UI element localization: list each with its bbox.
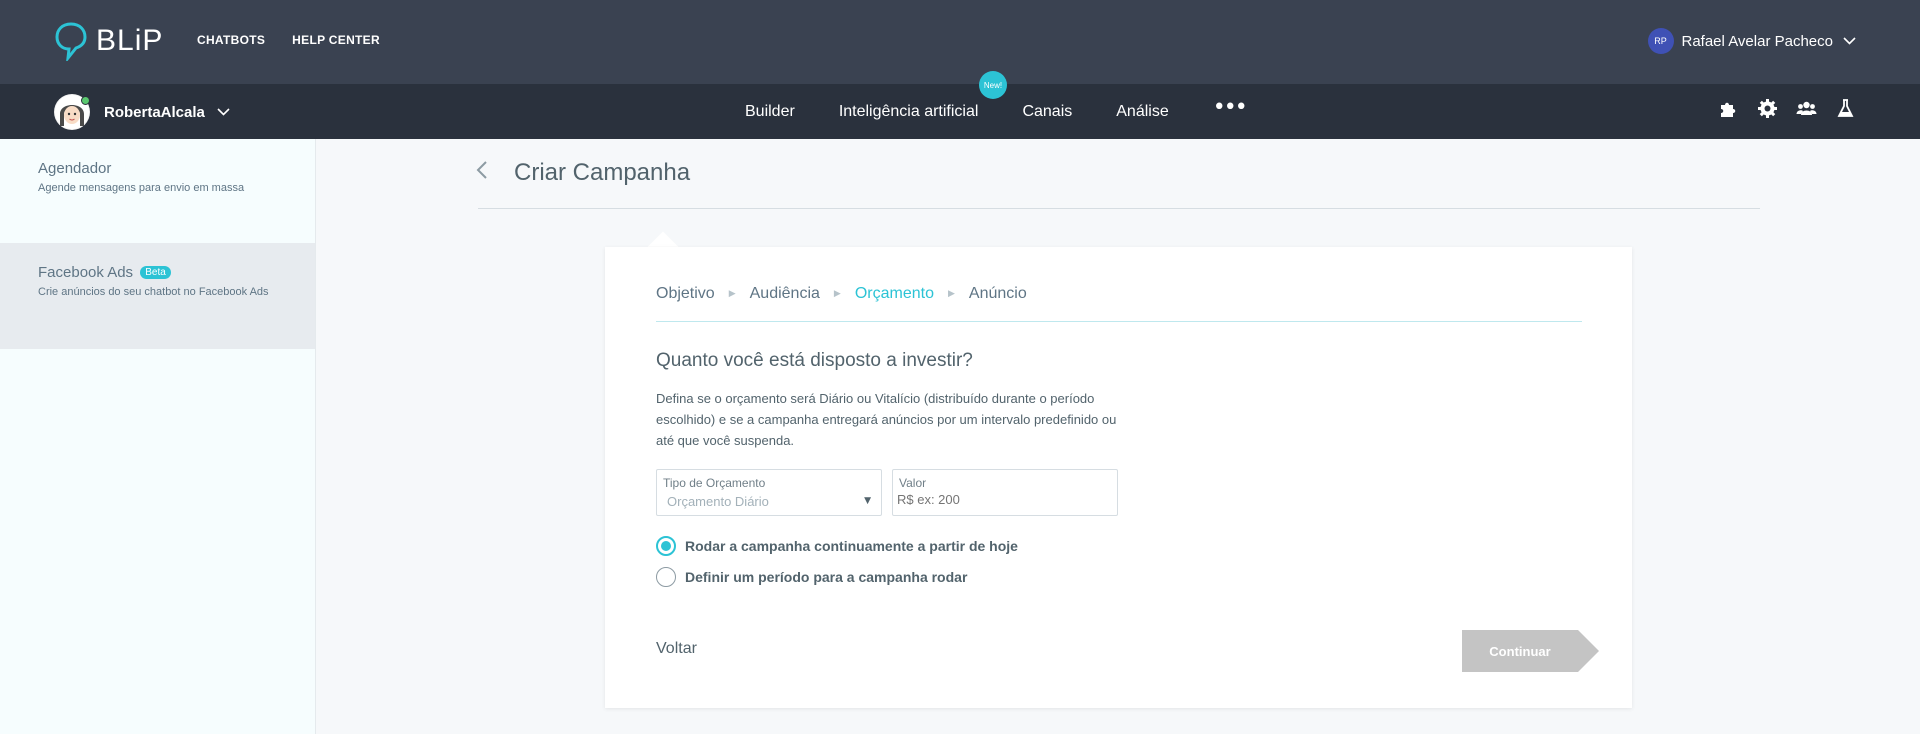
radio-button[interactable] bbox=[656, 567, 676, 587]
sidebar-item-title: Facebook Ads Beta bbox=[38, 264, 277, 281]
step-audiencia[interactable]: Audiência bbox=[750, 285, 820, 303]
bot-bar: RobertaAlcala Builder Inteligência artif… bbox=[0, 71, 1920, 139]
step-separator-icon: ▶ bbox=[728, 289, 736, 299]
chevron-down-icon bbox=[1843, 37, 1856, 45]
nav-analise[interactable]: Análise bbox=[1116, 103, 1168, 121]
sidebar-item-description: Crie anúncios do seu chatbot no Facebook… bbox=[38, 286, 269, 298]
back-button[interactable]: Voltar bbox=[656, 640, 697, 658]
tool-icons bbox=[1718, 98, 1856, 119]
steps-divider bbox=[656, 321, 1582, 322]
chat-bubble-logo-icon bbox=[55, 22, 87, 61]
more-menu-icon[interactable]: ••• bbox=[1213, 95, 1248, 120]
sidebar: Agendador Agende mensagens para envio em… bbox=[0, 139, 316, 734]
sidebar-item-title: Agendador bbox=[38, 160, 112, 177]
user-menu[interactable]: RP Rafael Avelar Pacheco bbox=[1647, 28, 1857, 54]
sidebar-item-label: Facebook Ads bbox=[38, 264, 134, 281]
radio-button-checked[interactable] bbox=[656, 536, 676, 556]
user-name: Rafael Avelar Pacheco bbox=[1681, 32, 1834, 50]
section-description: Defina se o orçamento será Diário ou Vit… bbox=[656, 391, 1117, 448]
step-orcamento[interactable]: Orçamento bbox=[855, 285, 934, 303]
budget-type-value: Orçamento Diário bbox=[667, 494, 769, 509]
wizard-steps: Objetivo ▶ Audiência ▶ Orçamento ▶ Anúnc… bbox=[656, 285, 1027, 303]
top-nav: CHATBOTS HELP CENTER bbox=[197, 33, 380, 47]
continue-button[interactable]: Continuar bbox=[1462, 630, 1599, 672]
budget-type-label: Tipo de Orçamento bbox=[663, 476, 766, 490]
user-avatar: RP bbox=[1647, 28, 1674, 54]
blip-logo[interactable]: BLiP bbox=[54, 20, 163, 62]
option-label: Definir um período para a campanha rodar bbox=[685, 569, 968, 585]
bot-selector[interactable]: RobertaAlcala bbox=[54, 94, 230, 130]
online-status-dot bbox=[81, 96, 90, 105]
nav-inteligencia-artificial[interactable]: Inteligência artificial bbox=[839, 103, 979, 121]
title-divider bbox=[478, 208, 1760, 209]
campaign-wizard-card: Objetivo ▶ Audiência ▶ Orçamento ▶ Anúnc… bbox=[605, 247, 1632, 708]
sidebar-item-facebook-ads[interactable]: Facebook Ads Beta Crie anúncios do seu c… bbox=[0, 243, 315, 349]
nav-chatbots[interactable]: CHATBOTS bbox=[197, 33, 265, 47]
step-objetivo[interactable]: Objetivo bbox=[656, 285, 715, 303]
dropdown-caret-icon: ▼ bbox=[864, 496, 871, 506]
nav-help-center[interactable]: HELP CENTER bbox=[292, 33, 380, 47]
amount-label: Valor bbox=[899, 476, 927, 490]
bot-avatar bbox=[54, 94, 90, 130]
main-nav: Builder Inteligência artificial Canais A… bbox=[745, 71, 1248, 139]
gear-icon[interactable] bbox=[1757, 98, 1778, 119]
amount-field[interactable]: Valor bbox=[892, 469, 1118, 516]
chevron-down-icon bbox=[217, 108, 230, 116]
step-anuncio[interactable]: Anúncio bbox=[969, 285, 1027, 303]
option-define-period[interactable]: Definir um período para a campanha rodar bbox=[656, 567, 967, 587]
step-separator-icon: ▶ bbox=[833, 289, 841, 299]
section-title: Quanto você está disposto a investir? bbox=[656, 350, 973, 371]
users-icon[interactable] bbox=[1796, 98, 1817, 119]
new-badge: New! bbox=[979, 71, 1007, 99]
amount-input[interactable] bbox=[897, 492, 1077, 507]
beta-badge: Beta bbox=[140, 266, 171, 279]
option-run-continuously[interactable]: Rodar a campanha continuamente a partir … bbox=[656, 536, 1018, 556]
option-label: Rodar a campanha continuamente a partir … bbox=[685, 538, 1018, 554]
sidebar-item-description: Agende mensagens para envio em massa bbox=[38, 182, 245, 194]
nav-canais[interactable]: Canais bbox=[1022, 103, 1072, 121]
back-arrow-icon[interactable] bbox=[476, 160, 488, 180]
nav-builder[interactable]: Builder bbox=[745, 103, 795, 121]
page-title: Criar Campanha bbox=[514, 159, 691, 186]
budget-type-select[interactable]: Tipo de Orçamento Orçamento Diário ▼ bbox=[656, 469, 882, 516]
bot-name: RobertaAlcala bbox=[104, 103, 205, 121]
sidebar-item-agendador[interactable]: Agendador Agende mensagens para envio em… bbox=[0, 139, 315, 243]
top-bar: BLiP CHATBOTS HELP CENTER RP Rafael Avel… bbox=[0, 0, 1920, 84]
flask-icon[interactable] bbox=[1835, 98, 1856, 119]
puzzle-icon[interactable] bbox=[1718, 98, 1739, 119]
logo-text: BLiP bbox=[96, 24, 164, 57]
step-separator-icon: ▶ bbox=[947, 289, 955, 299]
